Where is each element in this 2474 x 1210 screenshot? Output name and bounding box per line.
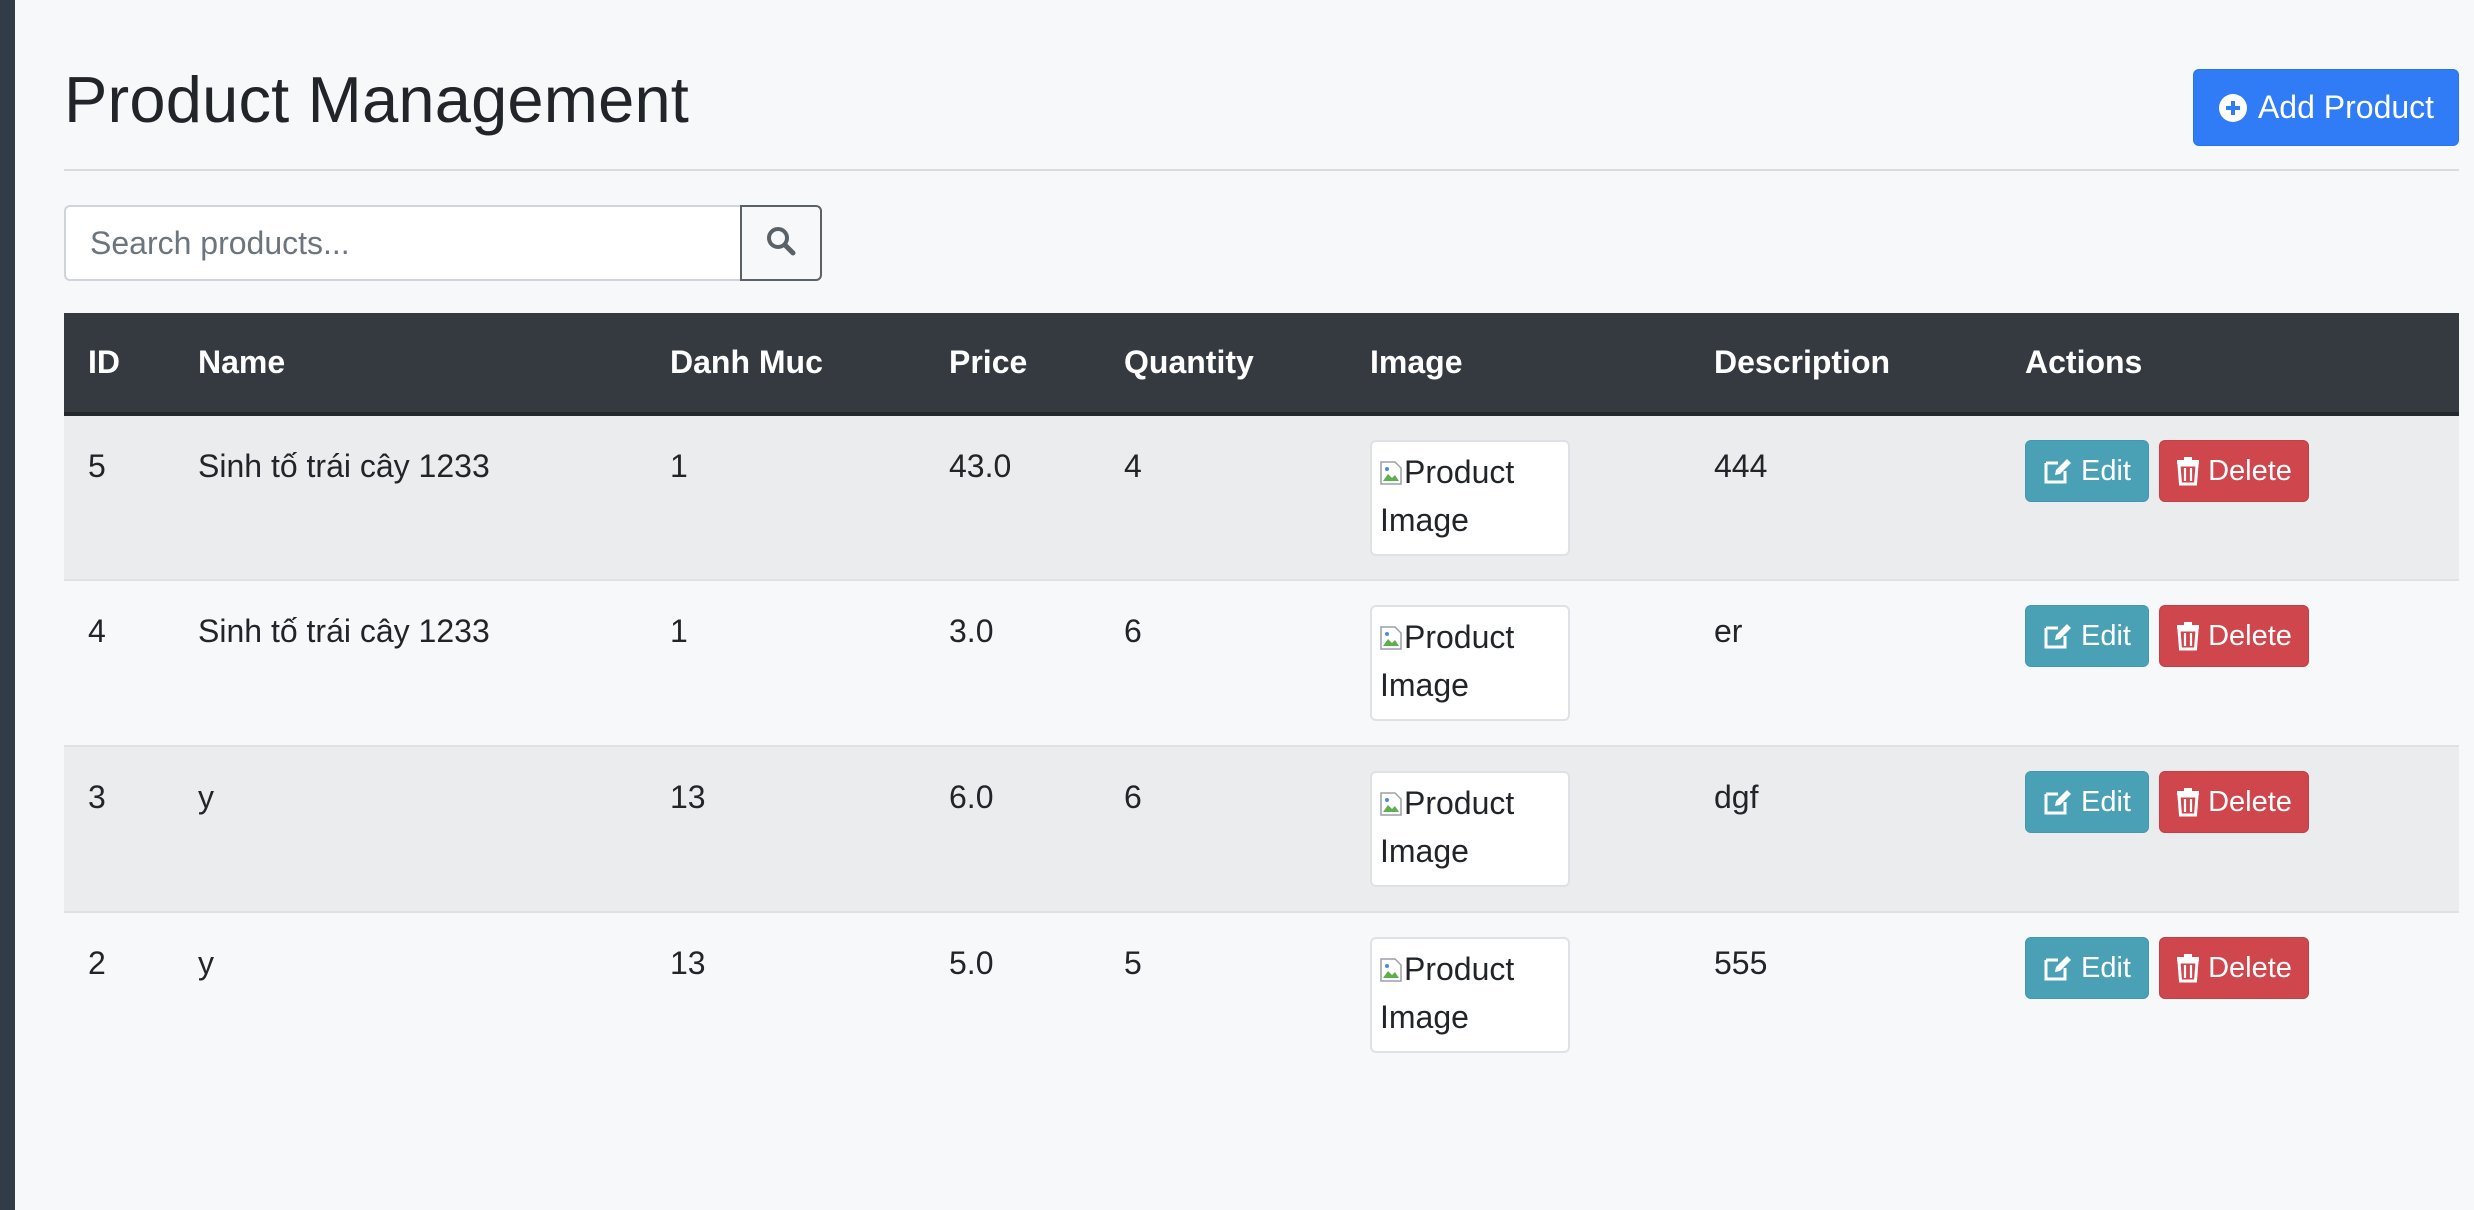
cell-image: Product Image	[1346, 579, 1690, 746]
cell-price: 3.0	[925, 579, 1100, 746]
column-header-price[interactable]: Price	[925, 313, 1100, 416]
search-group	[64, 205, 822, 281]
cell-quantity: 6	[1100, 579, 1346, 746]
column-header-id[interactable]: ID	[64, 313, 174, 416]
cell-category: 13	[646, 745, 925, 912]
delete-label: Delete	[2208, 952, 2292, 984]
table-header-row: ID Name Danh Muc Price Quantity Image De…	[64, 313, 2459, 416]
edit-button[interactable]: Edit	[2025, 605, 2149, 667]
column-header-name[interactable]: Name	[174, 313, 646, 416]
cell-image: Product Image	[1346, 413, 1690, 580]
cell-name: Sinh tố trái cây 1233	[174, 413, 646, 580]
delete-button[interactable]: Delete	[2159, 937, 2309, 999]
row-actions: Edit Delete	[2025, 937, 2435, 999]
edit-label: Edit	[2081, 952, 2131, 984]
edit-label: Edit	[2081, 455, 2131, 487]
table-row: 2 y 13 5.0 5 Product Image 555 Edit Dele…	[64, 911, 2459, 1078]
edit-icon	[2043, 954, 2073, 982]
broken-image-icon	[1380, 615, 1402, 650]
row-actions: Edit Delete	[2025, 605, 2435, 667]
column-header-image[interactable]: Image	[1346, 313, 1690, 416]
cell-description: er	[1690, 579, 2001, 746]
add-product-button[interactable]: Add Product	[2193, 69, 2459, 146]
sidebar-edge	[0, 0, 15, 1210]
products-table: ID Name Danh Muc Price Quantity Image De…	[64, 313, 2459, 1078]
page-title: Product Management	[64, 63, 690, 136]
products-table-wrapper: ID Name Danh Muc Price Quantity Image De…	[64, 313, 2459, 1078]
cell-quantity: 6	[1100, 745, 1346, 912]
table-row: 4 Sinh tố trái cây 1233 1 3.0 6 Product …	[64, 579, 2459, 746]
cell-actions: Edit Delete	[2001, 579, 2459, 746]
cell-description: 555	[1690, 911, 2001, 1078]
cell-image: Product Image	[1346, 745, 1690, 912]
delete-label: Delete	[2208, 620, 2292, 652]
edit-label: Edit	[2081, 620, 2131, 652]
trash-icon	[2176, 953, 2200, 983]
trash-icon	[2176, 456, 2200, 486]
product-image: Product Image	[1370, 937, 1570, 1053]
column-header-actions: Actions	[2001, 313, 2459, 416]
header-divider	[64, 169, 2459, 171]
search-input[interactable]	[64, 205, 740, 281]
app-shell: Product Management Add Product Search pr…	[0, 0, 2474, 1210]
search-button[interactable]	[740, 205, 822, 281]
cell-quantity: 5	[1100, 911, 1346, 1078]
delete-label: Delete	[2208, 786, 2292, 818]
cell-actions: Edit Delete	[2001, 911, 2459, 1078]
cell-description: 444	[1690, 413, 2001, 580]
page-header: Product Management Add Product	[64, 0, 2459, 170]
cell-quantity: 4	[1100, 413, 1346, 580]
table-row: 3 y 13 6.0 6 Product Image dgf Edit Dele…	[64, 745, 2459, 912]
cell-actions: Edit Delete	[2001, 745, 2459, 912]
cell-category: 1	[646, 579, 925, 746]
table-row: 5 Sinh tố trái cây 1233 1 43.0 4 Product…	[64, 413, 2459, 580]
broken-image-icon	[1380, 450, 1402, 485]
row-actions: Edit Delete	[2025, 440, 2435, 502]
cell-description: dgf	[1690, 745, 2001, 912]
trash-icon	[2176, 787, 2200, 817]
broken-image-icon	[1380, 781, 1402, 816]
edit-button[interactable]: Edit	[2025, 937, 2149, 999]
trash-icon	[2176, 621, 2200, 651]
cell-actions: Edit Delete	[2001, 413, 2459, 580]
cell-category: 1	[646, 413, 925, 580]
product-image: Product Image	[1370, 771, 1570, 887]
edit-icon	[2043, 788, 2073, 816]
column-header-quantity[interactable]: Quantity	[1100, 313, 1346, 416]
cell-id: 5	[64, 413, 174, 580]
edit-label: Edit	[2081, 786, 2131, 818]
cell-name: y	[174, 745, 646, 912]
cell-id: 3	[64, 745, 174, 912]
cell-name: y	[174, 911, 646, 1078]
product-image: Product Image	[1370, 440, 1570, 556]
cell-id: 4	[64, 579, 174, 746]
search-icon	[765, 225, 797, 262]
edit-button[interactable]: Edit	[2025, 440, 2149, 502]
column-header-description[interactable]: Description	[1690, 313, 2001, 416]
cell-id: 2	[64, 911, 174, 1078]
edit-icon	[2043, 457, 2073, 485]
delete-button[interactable]: Delete	[2159, 440, 2309, 502]
cell-price: 43.0	[925, 413, 1100, 580]
edit-icon	[2043, 622, 2073, 650]
cell-price: 5.0	[925, 911, 1100, 1078]
add-product-label: Add Product	[2257, 89, 2435, 125]
delete-button[interactable]: Delete	[2159, 605, 2309, 667]
broken-image-icon	[1380, 947, 1402, 982]
cell-category: 13	[646, 911, 925, 1078]
plus-circle-icon	[2218, 93, 2248, 123]
column-header-category[interactable]: Danh Muc	[646, 313, 925, 416]
cell-name: Sinh tố trái cây 1233	[174, 579, 646, 746]
delete-button[interactable]: Delete	[2159, 771, 2309, 833]
cell-price: 6.0	[925, 745, 1100, 912]
cell-image: Product Image	[1346, 911, 1690, 1078]
row-actions: Edit Delete	[2025, 771, 2435, 833]
product-image: Product Image	[1370, 605, 1570, 721]
main-content: Product Management Add Product Search pr…	[64, 0, 2459, 1210]
delete-label: Delete	[2208, 455, 2292, 487]
edit-button[interactable]: Edit	[2025, 771, 2149, 833]
